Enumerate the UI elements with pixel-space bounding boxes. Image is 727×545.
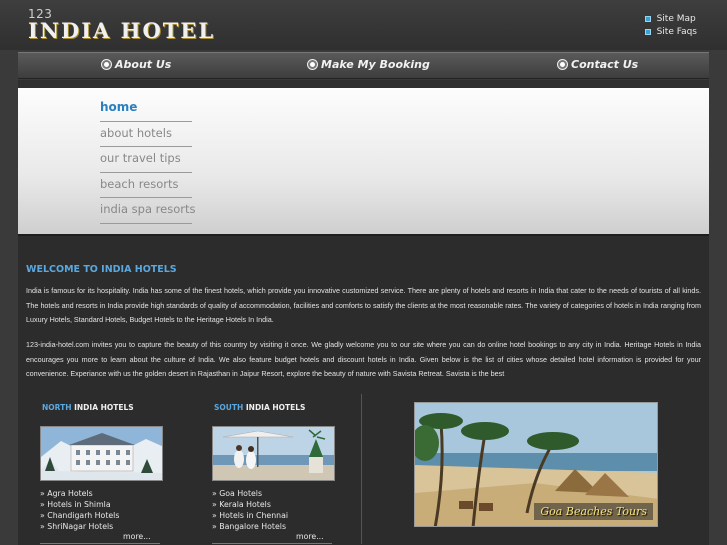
submenu-item-travel-tips[interactable]: our travel tips xyxy=(100,147,192,173)
north-title-highlight: NORTH xyxy=(42,403,72,412)
north-hotels-list: » Agra Hotels » Hotels in Shimla » Chand… xyxy=(40,488,119,532)
feature-caption: Goa Beaches Tours xyxy=(534,503,653,520)
square-bullet-icon xyxy=(644,28,651,35)
nav-label: Make My Booking xyxy=(321,58,430,71)
submenu-item-spa-resorts[interactable]: india spa resorts xyxy=(100,198,195,224)
nav-divider xyxy=(18,80,709,88)
list-item[interactable]: » Hotels in Chennai xyxy=(212,510,288,521)
divider xyxy=(40,543,160,544)
list-item[interactable]: » ShriNagar Hotels xyxy=(40,521,119,532)
main-nav: About Us Make My Booking Contact Us xyxy=(18,52,709,79)
site-map-label: Site Map xyxy=(656,13,696,24)
north-hotel-image[interactable] xyxy=(40,426,163,481)
list-item[interactable]: » Hotels in Shimla xyxy=(40,499,119,510)
site-faqs-label: Site Faqs xyxy=(656,26,697,37)
nav-label: Contact Us xyxy=(571,58,639,71)
south-hotels-list: » Goa Hotels » Kerala Hotels » Hotels in… xyxy=(212,488,288,532)
south-more-link[interactable]: more... xyxy=(296,532,324,541)
submenu-item-about-hotels[interactable]: about hotels xyxy=(100,122,192,147)
radio-bullet-icon xyxy=(102,60,111,69)
list-item[interactable]: » Chandigarh Hotels xyxy=(40,510,119,521)
nav-contact-us[interactable]: Contact Us xyxy=(558,58,638,71)
submenu-item-home[interactable]: home xyxy=(100,96,192,122)
header: 123 India Hotel Site Map Site Faqs xyxy=(0,0,727,50)
radio-bullet-icon xyxy=(558,60,567,69)
north-more-link[interactable]: more... xyxy=(123,532,151,541)
submenu-item-beach-resorts[interactable]: beach resorts xyxy=(100,173,192,198)
site-faqs-link[interactable]: Site Faqs xyxy=(644,25,697,38)
nav-label: About Us xyxy=(115,58,172,71)
list-item[interactable]: » Bangalore Hotels xyxy=(212,521,288,532)
goa-beach-feature-image[interactable]: Goa Beaches Tours xyxy=(414,402,658,527)
list-item[interactable]: » Agra Hotels xyxy=(40,488,119,499)
north-title-rest: INDIA HOTELS xyxy=(74,403,134,412)
square-bullet-icon xyxy=(644,15,651,22)
submenu-panel: home about hotels our travel tips beach … xyxy=(18,88,709,234)
site-map-link[interactable]: Site Map xyxy=(644,12,697,25)
list-item[interactable]: » Kerala Hotels xyxy=(212,499,288,510)
intro-paragraph: India is famous for its hospitality. Ind… xyxy=(26,286,701,325)
page-title: WELCOME TO INDIA HOTELS xyxy=(26,264,177,275)
site-logo[interactable]: 123 India Hotel xyxy=(28,8,215,42)
column-separator xyxy=(361,394,362,544)
nav-about-us[interactable]: About Us xyxy=(102,58,171,71)
divider xyxy=(212,543,332,544)
south-title-rest: INDIA HOTELS xyxy=(245,403,306,412)
main-content: WELCOME TO INDIA HOTELS India is famous … xyxy=(18,234,709,545)
south-hotel-image[interactable] xyxy=(212,426,335,481)
logo-name: India Hotel xyxy=(28,18,216,43)
list-item[interactable]: » Goa Hotels xyxy=(212,488,288,499)
radio-bullet-icon xyxy=(308,60,317,69)
south-title-highlight: SOUTH xyxy=(214,403,244,412)
top-links: Site Map Site Faqs xyxy=(644,12,697,38)
south-hotels-title: SOUTH INDIA HOTELS xyxy=(214,403,305,412)
invite-paragraph: 123-india-hotel.com invites you to captu… xyxy=(26,340,701,379)
north-hotels-title: NORTH INDIA HOTELS xyxy=(42,403,134,412)
submenu-list: home about hotels our travel tips beach … xyxy=(100,96,195,224)
nav-make-my-booking[interactable]: Make My Booking xyxy=(308,58,430,71)
